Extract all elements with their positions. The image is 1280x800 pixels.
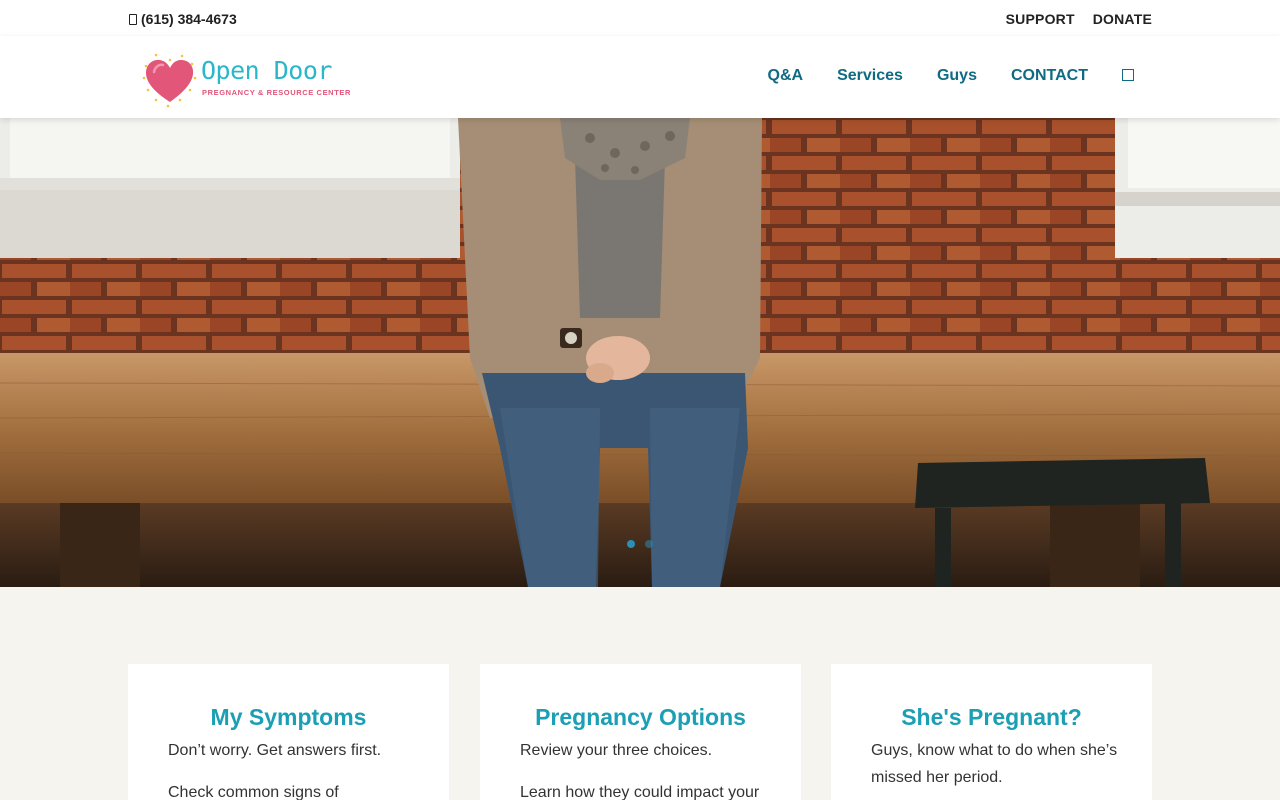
- nav-item-contact[interactable]: CONTACT: [1011, 67, 1088, 85]
- card-title[interactable]: She's Pregnant?: [831, 704, 1152, 731]
- hero-image: [0, 118, 1280, 587]
- card-body-text: Learn how they could impact your: [520, 784, 760, 800]
- card-title[interactable]: My Symptoms: [128, 704, 449, 731]
- site-logo[interactable]: Open Door PREGNANCY & RESOURCE CENTER: [140, 52, 350, 108]
- logo-tagline: PREGNANCY & RESOURCE CENTER: [202, 88, 351, 97]
- top-bar: (615) 384-4673 SUPPORT DONATE: [0, 0, 1280, 36]
- card-lead-text: Review your three choices.: [520, 742, 713, 759]
- card-lead-text: Don’t worry. Get answers first.: [168, 742, 382, 759]
- logo-name: Open Door: [201, 56, 332, 85]
- slider-dot[interactable]: [645, 540, 653, 548]
- nav-item-guys[interactable]: Guys: [937, 67, 977, 85]
- nav-item-qa[interactable]: Q&A: [768, 67, 804, 85]
- site-header: Open Door PREGNANCY & RESOURCE CENTER Q&…: [0, 36, 1280, 118]
- card-pregnancy-options[interactable]: Pregnancy Options Review your three choi…: [480, 664, 801, 800]
- support-link[interactable]: SUPPORT: [1006, 11, 1075, 27]
- slider-dot[interactable]: [627, 540, 635, 548]
- card-lead-text: Guys, know what to do when she’s missed …: [871, 742, 1118, 786]
- card-my-symptoms[interactable]: My Symptoms Don’t worry. Get answers fir…: [128, 664, 449, 800]
- card-shes-pregnant[interactable]: She's Pregnant? Guys, know what to do wh…: [831, 664, 1152, 800]
- donate-link[interactable]: DONATE: [1093, 11, 1152, 27]
- search-icon[interactable]: [1122, 69, 1134, 81]
- utility-links: SUPPORT DONATE: [1006, 11, 1152, 27]
- card-title[interactable]: Pregnancy Options: [480, 704, 801, 731]
- main-nav: Q&A Services Guys CONTACT: [734, 67, 1134, 85]
- heart-logo-icon: [142, 53, 197, 108]
- phone-icon: [129, 13, 137, 25]
- phone-link[interactable]: (615) 384-4673: [129, 11, 237, 27]
- slider-dots: [627, 540, 653, 548]
- phone-number[interactable]: (615) 384-4673: [141, 11, 237, 27]
- nav-item-services[interactable]: Services: [837, 67, 903, 85]
- hero-slider: [0, 118, 1280, 587]
- card-body-text: Check common signs of: [168, 784, 339, 800]
